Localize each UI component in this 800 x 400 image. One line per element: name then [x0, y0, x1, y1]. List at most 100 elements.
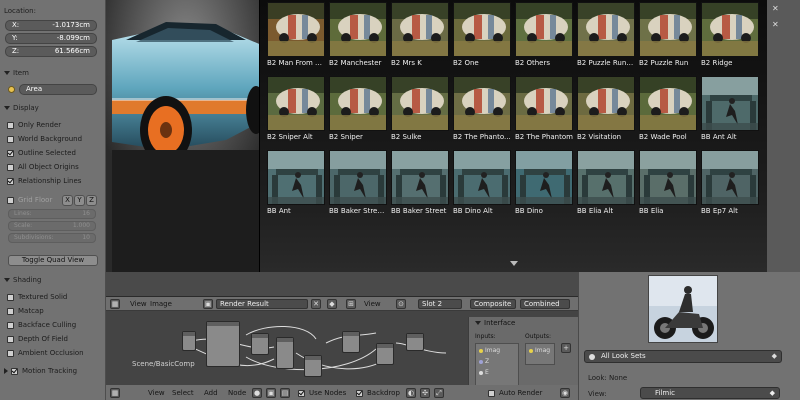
look-set-thumbnail[interactable]: BB Dino Alt — [453, 150, 511, 216]
look-set-thumbnail[interactable]: B2 The Phanto... — [453, 76, 511, 142]
shading-option-checkbox[interactable]: Textured Solid — [7, 292, 67, 302]
view-icon[interactable]: ⊞ — [346, 299, 356, 309]
look-set-thumbnail[interactable]: B2 Others — [515, 2, 573, 68]
grid-axis-y-toggle[interactable]: Y — [74, 195, 85, 206]
grid-field[interactable]: Lines: 16 — [8, 209, 96, 219]
look-set-thumbnail[interactable]: B2 Puzzle Run — [639, 2, 697, 68]
display-option-checkbox[interactable]: Only Render — [7, 120, 61, 130]
node-editor[interactable]: ▦ View Image ▣ Render Result ✕ ◆ ⊞ View … — [106, 296, 578, 400]
scroll-down-icon[interactable] — [510, 261, 518, 266]
image-menu[interactable]: Image — [150, 299, 172, 309]
look-set-thumbnail[interactable]: B2 The Phantom — [515, 76, 573, 142]
grid-floor-checkbox[interactable]: Grid Floor — [7, 195, 52, 205]
shading-option-checkbox[interactable]: Ambient Occlusion — [7, 348, 84, 358]
auto-render-checkbox[interactable]: Auto Render — [488, 388, 542, 398]
look-set-thumbnail[interactable]: B2 Ridge — [701, 2, 759, 68]
look-set-thumbnail[interactable]: B2 Sulke — [391, 76, 449, 142]
toggle-quad-view-button[interactable]: Toggle Quad View — [8, 255, 98, 266]
look-set-thumbnail[interactable]: B2 Sniper — [329, 76, 387, 142]
thumbnail-caption: B2 Mrs K — [391, 59, 422, 67]
look-set-thumbnail[interactable]: B2 Man From M... — [267, 2, 325, 68]
snap-icon[interactable]: ◉ — [560, 388, 570, 398]
look-set-thumbnail[interactable]: BB Ep7 Alt — [701, 150, 759, 216]
item-section-header[interactable]: Item — [4, 68, 29, 78]
close-icon[interactable]: ✕ — [772, 20, 781, 29]
editor-type-icon[interactable]: ▦ — [110, 388, 120, 398]
slot-selector[interactable]: Slot 2 — [418, 299, 462, 309]
pin-icon[interactable]: ◆ — [327, 299, 337, 309]
color-node[interactable] — [304, 355, 322, 377]
move-backdrop-icon[interactable]: ✣ — [420, 388, 430, 398]
shading-option-checkbox[interactable]: Backface Culling — [7, 320, 76, 330]
look-set-thumbnail[interactable]: BB Elia Alt — [577, 150, 635, 216]
interface-title[interactable]: Interface — [475, 319, 515, 327]
look-set-thumbnail[interactable]: BB Elia — [639, 150, 697, 216]
look-set-thumbnail[interactable]: B2 Wade Pool — [639, 76, 697, 142]
footer-view-menu[interactable]: View — [148, 388, 165, 398]
filter-node[interactable] — [276, 337, 294, 369]
add-socket-icon[interactable]: + — [561, 343, 571, 353]
shader-nodes-icon[interactable]: ● — [252, 388, 262, 398]
viewer-node[interactable] — [406, 333, 424, 351]
image-browse-icon[interactable]: ▣ — [203, 299, 213, 309]
look-set-thumbnail[interactable]: B2 Sniper Alt — [267, 76, 325, 142]
close-icon[interactable]: ✕ — [772, 4, 781, 13]
look-set-thumbnail[interactable]: BB Ant — [267, 150, 325, 216]
vector-node[interactable] — [342, 331, 360, 353]
view-transform-selector[interactable]: Filmic ◆ — [640, 387, 780, 399]
location-z-field[interactable]: Z: 61.566cm — [5, 46, 97, 57]
editor-type-icon[interactable]: ▦ — [110, 299, 120, 309]
mix-node[interactable] — [251, 333, 269, 355]
view-menu[interactable]: View — [130, 299, 147, 309]
compositing-nodes-icon[interactable]: ▣ — [266, 388, 276, 398]
footer-select-menu[interactable]: Select — [172, 388, 194, 398]
snap-icon[interactable]: ⊙ — [396, 299, 406, 309]
car-render-image — [106, 0, 266, 272]
image-selector[interactable]: Render Result — [216, 299, 308, 309]
grid-field[interactable]: Scale: 1.000 — [8, 221, 96, 231]
view-dropdown[interactable]: View — [364, 299, 381, 309]
location-x-field[interactable]: X: -1.0173cm — [5, 20, 97, 31]
combined-selector[interactable]: Combined — [520, 299, 570, 309]
texture-nodes-icon[interactable]: ▤ — [280, 388, 290, 398]
look-set-selector[interactable]: All Look Sets ◆ — [584, 350, 782, 363]
location-y-field[interactable]: Y: -8.099cm — [5, 33, 97, 44]
shading-section-header[interactable]: Shading — [4, 275, 41, 285]
display-option-checkbox[interactable]: Outline Selected — [7, 148, 76, 158]
composite-node[interactable] — [376, 343, 394, 365]
display-option-checkbox[interactable]: All Object Origins — [7, 162, 79, 172]
footer-add-menu[interactable]: Add — [204, 388, 218, 398]
display-option-label: World Background — [18, 135, 83, 143]
look-set-gallery[interactable]: B2 Man From M... B2 Manchester B2 Mrs K B2 … — [259, 0, 767, 272]
grid-field[interactable]: Subdivisions: 10 — [8, 233, 96, 243]
axis-value: -8.099cm — [56, 34, 90, 42]
render-layers-node[interactable] — [206, 321, 240, 367]
motion-tracking-header[interactable]: Motion Tracking — [4, 366, 77, 376]
backdrop-checkbox[interactable]: Backdrop — [356, 388, 400, 398]
look-set-thumbnail[interactable]: BB Dino — [515, 150, 573, 216]
display-option-checkbox[interactable]: World Background — [7, 134, 82, 144]
item-name-field[interactable]: Area — [19, 84, 97, 95]
input-node[interactable] — [182, 331, 196, 351]
look-set-thumbnail[interactable]: B2 Visitation — [577, 76, 635, 142]
look-set-thumbnail[interactable]: BB Baker Street... — [329, 150, 387, 216]
3d-viewport[interactable] — [106, 0, 266, 272]
grid-axis-z-toggle[interactable]: Z — [86, 195, 97, 206]
look-set-thumbnail[interactable]: BB Baker Street — [391, 150, 449, 216]
look-set-thumbnail[interactable]: B2 One — [453, 2, 511, 68]
render-pass-selector[interactable]: Composite — [470, 299, 516, 309]
shading-option-checkbox[interactable]: Depth Of Field — [7, 334, 68, 344]
footer-node-menu[interactable]: Node — [228, 388, 246, 398]
grid-axis-x-toggle[interactable]: X — [62, 195, 73, 206]
backdrop-channels-icon[interactable]: ◐ — [406, 388, 416, 398]
display-option-checkbox[interactable]: Relationship Lines — [7, 176, 81, 186]
display-section-header[interactable]: Display — [4, 103, 39, 113]
look-set-thumbnail[interactable]: BB Ant Alt — [701, 76, 759, 142]
look-set-thumbnail[interactable]: B2 Mrs K — [391, 2, 449, 68]
fit-backdrop-icon[interactable]: ⤢ — [434, 388, 444, 398]
look-set-thumbnail[interactable]: B2 Puzzle Run Alt — [577, 2, 635, 68]
use-nodes-checkbox[interactable]: Use Nodes — [298, 388, 346, 398]
look-set-thumbnail[interactable]: B2 Manchester — [329, 2, 387, 68]
close-icon[interactable]: ✕ — [311, 299, 321, 309]
shading-option-checkbox[interactable]: Matcap — [7, 306, 44, 316]
